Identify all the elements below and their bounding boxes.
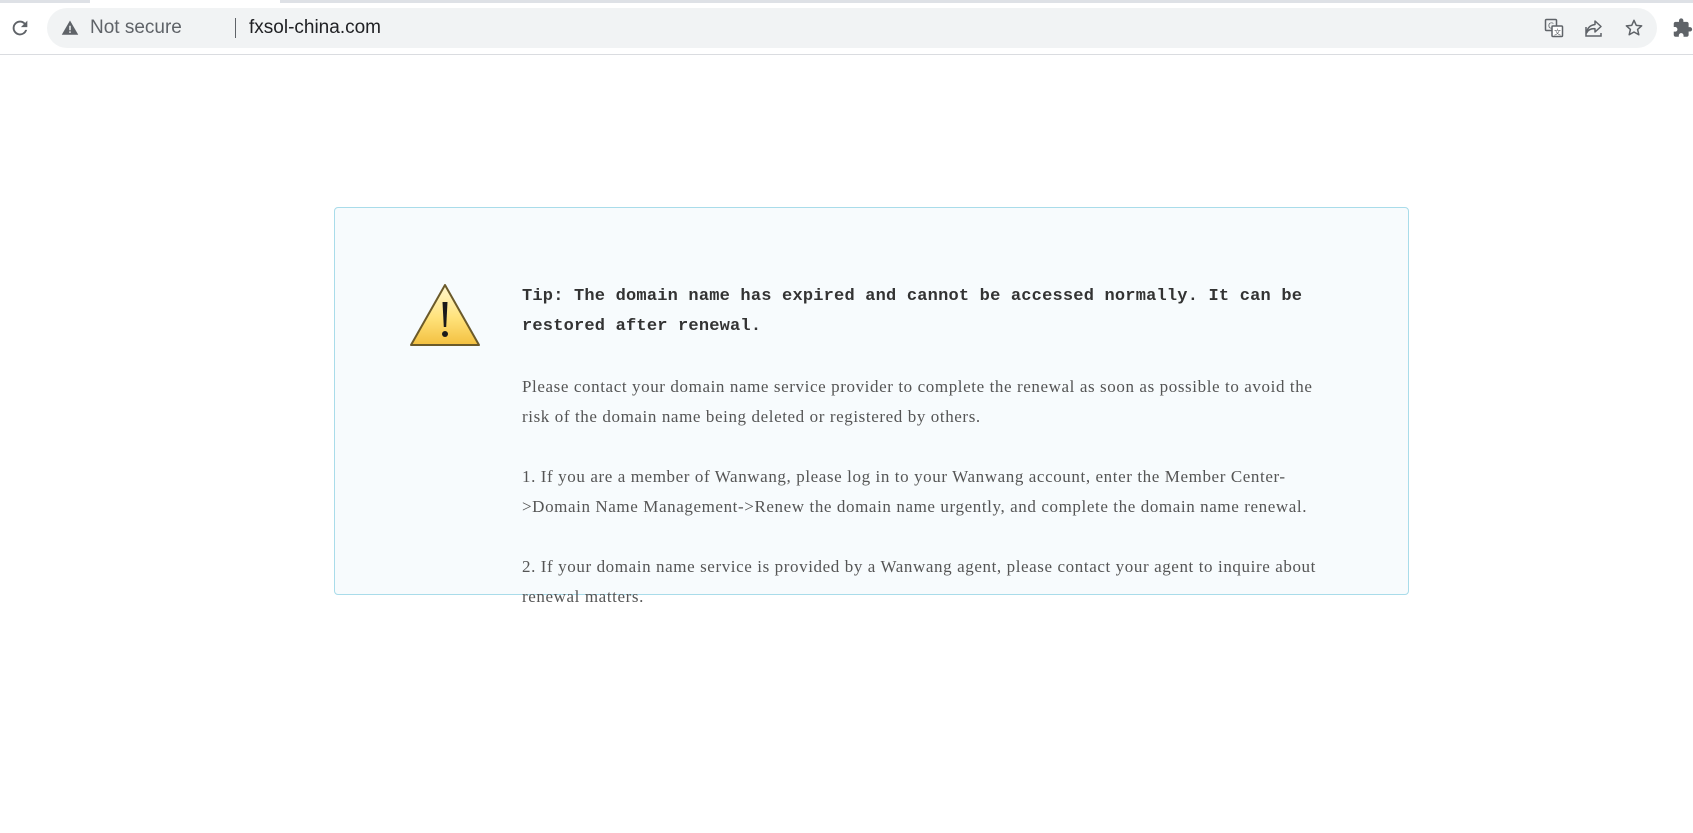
tip-heading: Tip: The domain name has expired and can… <box>522 287 1303 336</box>
wanwang-agent-paragraph: 2. If your domain name service is provid… <box>522 557 1316 606</box>
contact-paragraph: Please contact your domain name service … <box>522 377 1313 426</box>
notice-content: Tip: The domain name has expired and can… <box>522 282 1322 642</box>
address-bar[interactable]: Not secure fxsol-china.com <box>47 8 1657 48</box>
warning-triangle-icon <box>409 282 481 348</box>
security-status[interactable]: Not secure <box>90 17 182 39</box>
tab-strip-edge <box>0 0 1693 3</box>
warning-icon[interactable] <box>61 19 79 37</box>
address-separator <box>235 18 236 38</box>
browser-toolbar: Not secure fxsol-china.com G 文 <box>0 0 1693 55</box>
share-icon[interactable] <box>1583 17 1605 39</box>
reload-icon[interactable] <box>8 16 32 40</box>
star-icon[interactable] <box>1623 17 1645 39</box>
extensions-icon[interactable] <box>1672 17 1693 39</box>
translate-icon[interactable]: G 文 <box>1543 17 1565 39</box>
url-text[interactable]: fxsol-china.com <box>249 17 381 39</box>
svg-text:文: 文 <box>1554 28 1561 37</box>
wanwang-member-paragraph: 1. If you are a member of Wanwang, pleas… <box>522 467 1308 516</box>
